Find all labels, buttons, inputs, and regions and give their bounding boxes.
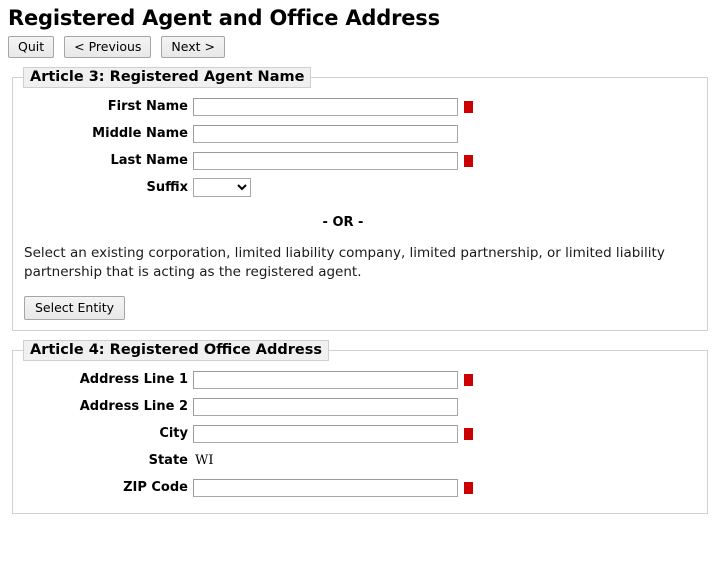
last-name-label: Last Name [110, 153, 188, 168]
article-4-section: Article 4: Registered Office Address Add… [12, 340, 708, 514]
first-name-label: First Name [107, 99, 188, 114]
middle-name-row: Middle Name [13, 122, 707, 145]
state-row: State WI [13, 449, 707, 472]
address-line-2-input[interactable] [193, 397, 458, 416]
article-3-legend: Article 3: Registered Agent Name [23, 67, 312, 88]
last-name-row: Last Name [13, 149, 707, 172]
required-marker-icon [464, 373, 473, 386]
address-line-1-input[interactable] [193, 370, 458, 389]
registered-agent-description: Select an existing corporation, limited … [24, 245, 665, 280]
first-name-row: First Name [13, 95, 707, 118]
required-marker-icon [464, 481, 473, 494]
required-marker-icon [464, 154, 473, 167]
article-4-legend: Article 4: Registered Office Address [23, 340, 330, 361]
city-row: City [13, 422, 707, 445]
zip-code-row: ZIP Code [13, 476, 707, 499]
city-input[interactable] [193, 424, 458, 443]
state-label: State [148, 453, 188, 468]
previous-button[interactable]: < Previous [64, 36, 152, 58]
suffix-row: Suffix [13, 176, 707, 199]
address-line-1-label: Address Line 1 [79, 372, 188, 387]
middle-name-label: Middle Name [92, 126, 188, 141]
last-name-input[interactable] [193, 151, 458, 170]
required-marker-icon [464, 100, 473, 113]
page-title: Registered Agent and Office Address [8, 6, 440, 30]
next-button[interactable]: Next > [161, 36, 225, 58]
zip-code-label: ZIP Code [123, 480, 188, 495]
or-separator: - OR - [322, 215, 364, 230]
page-container: Registered Agent and Office Address Quit… [0, 0, 720, 581]
city-label: City [159, 426, 188, 441]
first-name-input[interactable] [193, 97, 458, 116]
suffix-select[interactable] [193, 178, 251, 197]
article-3-section: Article 3: Registered Agent Name First N… [12, 67, 708, 331]
toolbar: Quit < Previous Next > [0, 30, 720, 58]
middle-name-input[interactable] [193, 124, 458, 143]
address-line-2-row: Address Line 2 [13, 395, 707, 418]
select-entity-row: Select Entity [24, 296, 707, 320]
address-line-2-label: Address Line 2 [79, 399, 188, 414]
quit-button[interactable]: Quit [8, 36, 55, 58]
select-entity-button[interactable]: Select Entity [24, 296, 126, 320]
state-value: WI [195, 453, 214, 468]
required-marker-icon [464, 427, 473, 440]
zip-code-input[interactable] [193, 478, 458, 497]
suffix-label: Suffix [146, 180, 188, 195]
address-line-1-row: Address Line 1 [13, 368, 707, 391]
